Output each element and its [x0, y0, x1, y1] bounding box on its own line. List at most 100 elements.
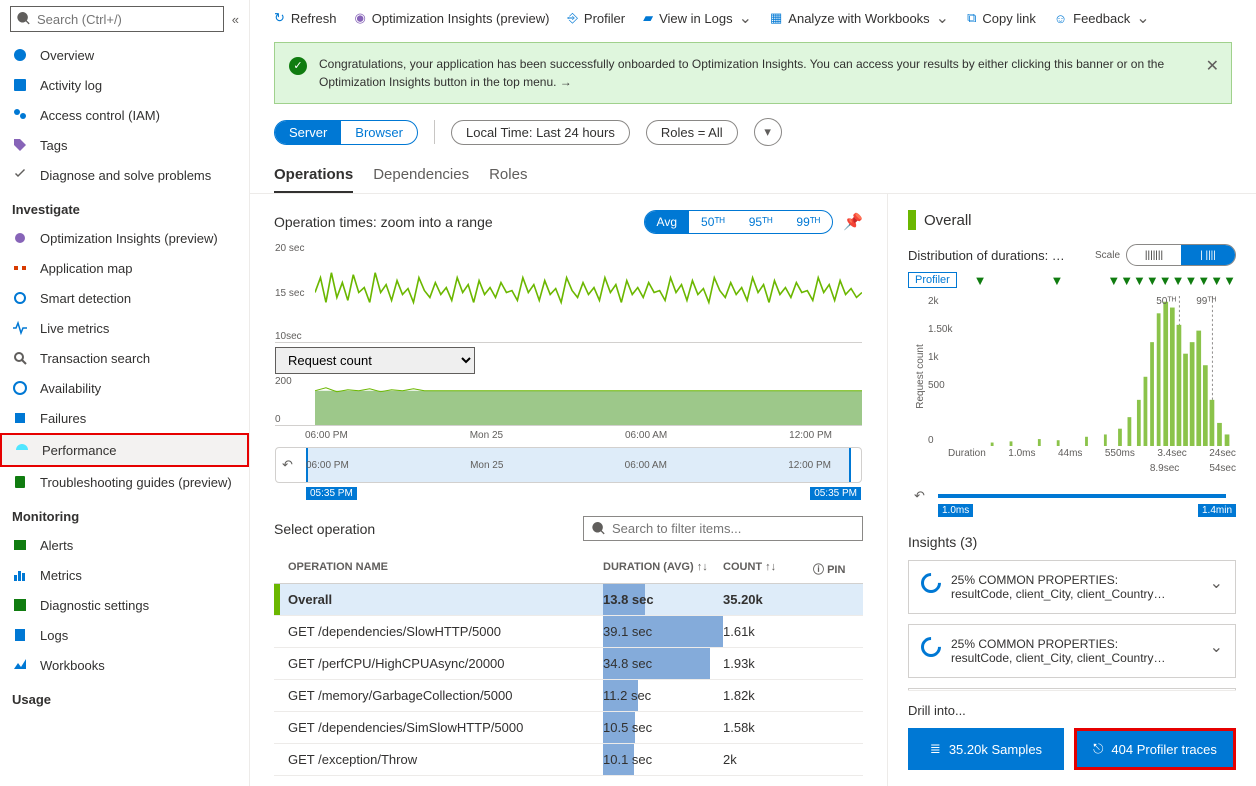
col-pin[interactable]: ⓘ PIN — [813, 561, 863, 577]
collapse-sidebar-icon[interactable]: « — [232, 12, 239, 27]
request-count-select[interactable]: Request count — [275, 347, 475, 374]
operation-filter[interactable] — [583, 516, 863, 541]
table-row[interactable]: GET /perfCPU/HighCPUAsync/20000 34.8 sec… — [274, 648, 863, 680]
section-usage: Usage — [0, 680, 249, 713]
drill-into-label: Drill into... — [908, 703, 1236, 718]
op-duration: 11.2 sec — [603, 688, 651, 703]
section-investigate: Investigate — [0, 190, 249, 223]
toggle-browser[interactable]: Browser — [341, 121, 417, 144]
chevron-down-icon[interactable]: ⌄ — [1210, 573, 1223, 593]
pct-95[interactable]: 95ᵀᴴ — [737, 211, 785, 233]
sidebar-search[interactable] — [10, 6, 224, 32]
table-row[interactable]: Overall 13.8 sec 35.20k — [274, 584, 863, 616]
pct-50[interactable]: 50ᵀᴴ — [689, 211, 737, 233]
scale-linear[interactable]: ||||||| — [1127, 245, 1181, 265]
nav-live-metrics[interactable]: Live metrics — [0, 313, 249, 343]
y-axis-label: 200 — [275, 376, 292, 387]
nav-tags[interactable]: Tags — [0, 130, 249, 160]
tab-dependencies[interactable]: Dependencies — [373, 160, 469, 193]
nav-troubleshooting[interactable]: Troubleshooting guides (preview) — [0, 467, 249, 497]
nav-overview[interactable]: Overview — [0, 40, 249, 70]
nav-activity-log[interactable]: Activity log — [0, 70, 249, 100]
server-browser-toggle[interactable]: Server Browser — [274, 120, 418, 145]
x-tick: 06:00 PM — [305, 430, 348, 441]
op-name: GET /memory/GarbageCollection/5000 — [274, 688, 603, 703]
y-axis-label: 20 sec — [275, 243, 304, 254]
trace-icon: ⎋ — [1093, 741, 1103, 757]
tab-roles[interactable]: Roles — [489, 160, 527, 193]
add-filter-button[interactable]: ▾ — [754, 118, 782, 146]
copy-link-button[interactable]: ⧉Copy link — [967, 10, 1036, 26]
onboard-banner[interactable]: ✓ Congratulations, your application has … — [274, 42, 1232, 104]
undo-icon[interactable]: ↶ — [914, 488, 925, 504]
op-count: 2k — [723, 752, 813, 767]
col-count[interactable]: COUNT ↑↓ — [723, 561, 813, 577]
search-input[interactable] — [37, 12, 217, 27]
op-duration: 13.8 sec — [603, 592, 654, 607]
nav-availability[interactable]: Availability — [0, 373, 249, 403]
close-icon[interactable]: ✕ — [1206, 55, 1219, 79]
nav-application-map[interactable]: Application map — [0, 253, 249, 283]
nav-performance[interactable]: Performance — [0, 433, 249, 467]
table-row[interactable]: GET /exception/Throw 10.1 sec 2k — [274, 744, 863, 776]
tab-operations[interactable]: Operations — [274, 160, 353, 193]
duration-range-slider[interactable]: ↶ 1.0ms 1.4min — [908, 486, 1236, 516]
view-logs-button[interactable]: ▰View in Logs ⌄ — [643, 8, 752, 28]
col-operation-name[interactable]: OPERATION NAME — [274, 561, 603, 577]
table-row[interactable]: GET /memory/GarbageCollection/5000 11.2 … — [274, 680, 863, 712]
percentile-toggle[interactable]: Avg 50ᵀᴴ 95ᵀᴴ 99ᵀᴴ — [644, 210, 834, 234]
nav-logs[interactable]: Logs — [0, 620, 249, 650]
time-range-pill[interactable]: Local Time: Last 24 hours — [451, 120, 630, 145]
insight-card[interactable]: 25% COMMON PROPERTIES:resultCode, client… — [908, 624, 1236, 678]
table-row[interactable]: GET /dependencies/SimSlowHTTP/5000 10.5 … — [274, 712, 863, 744]
op-duration: 39.1 sec — [603, 624, 652, 639]
col-duration[interactable]: DURATION (AVG) ↑↓ — [603, 561, 723, 577]
duration-histogram[interactable]: Request count 2k 1.50k 1k 500 0 50ᵀᴴ 99ᵀ… — [908, 296, 1236, 446]
nav-transaction-search[interactable]: Transaction search — [0, 343, 249, 373]
insight-card[interactable]: 25% COMMON PROPERTIES:resultCode, client… — [908, 560, 1236, 614]
nav-access-control[interactable]: Access control (IAM) — [0, 100, 249, 130]
pct-avg[interactable]: Avg — [645, 211, 689, 233]
samples-button[interactable]: ≣35.20k Samples — [908, 728, 1064, 770]
op-count: 1.93k — [723, 656, 813, 671]
nav-diagnostic-settings[interactable]: Diagnostic settings — [0, 590, 249, 620]
profiler-tag[interactable]: Profiler — [908, 272, 957, 288]
refresh-button[interactable]: ↻Refresh — [274, 10, 336, 26]
toggle-server[interactable]: Server — [275, 121, 341, 144]
chevron-down-icon[interactable]: ⌄ — [1210, 637, 1223, 657]
analyze-workbooks-button[interactable]: ▦Analyze with Workbooks ⌄ — [770, 8, 949, 28]
nav-metrics[interactable]: Metrics — [0, 560, 249, 590]
op-name: GET /dependencies/SlowHTTP/5000 — [274, 624, 603, 639]
range-min-badge: 1.0ms — [938, 504, 973, 517]
roles-pill[interactable]: Roles = All — [646, 120, 738, 145]
scale-log[interactable]: | |||| — [1181, 245, 1235, 265]
insight-icon — [917, 569, 945, 597]
operation-time-chart[interactable]: 20 sec 15 sec 10sec Request count 200 0 — [274, 242, 863, 484]
x-tick: 06:00 AM — [625, 430, 667, 441]
op-count: 1.61k — [723, 624, 813, 639]
range-max-badge: 1.4min — [1198, 504, 1236, 517]
brush-end-label: 05:35 PM — [810, 487, 861, 500]
nav-failures[interactable]: Failures — [0, 403, 249, 433]
nav-smart-detection[interactable]: Smart detection — [0, 283, 249, 313]
feedback-button[interactable]: ☺Feedback ⌄ — [1054, 8, 1150, 28]
chevron-down-icon: ⌄ — [936, 8, 949, 28]
pin-icon[interactable]: 📌 — [843, 212, 863, 232]
scale-toggle[interactable]: ||||||| | |||| — [1126, 244, 1236, 266]
nav-diagnose[interactable]: Diagnose and solve problems — [0, 160, 249, 190]
nav-alerts[interactable]: Alerts — [0, 530, 249, 560]
optimization-insights-button[interactable]: ◉Optimization Insights (preview) — [354, 10, 549, 26]
nav-workbooks[interactable]: Workbooks — [0, 650, 249, 680]
toolbar: ↻Refresh ◉Optimization Insights (preview… — [250, 0, 1256, 36]
op-name: Overall — [274, 592, 603, 607]
time-brush[interactable]: ↶ 06:00 PM Mon 25 06:00 AM 12:00 PM 05:3… — [275, 447, 862, 483]
op-duration: 10.1 sec — [603, 752, 652, 767]
distribution-label: Distribution of durations: … — [908, 248, 1065, 263]
profiler-button[interactable]: ⎆Profiler — [568, 10, 626, 26]
nav-optimization-insights[interactable]: Optimization Insights (preview) — [0, 223, 249, 253]
table-row[interactable]: GET /dependencies/SlowHTTP/5000 39.1 sec… — [274, 616, 863, 648]
y-axis-label: 10sec — [275, 331, 302, 342]
pct-99[interactable]: 99ᵀᴴ — [784, 211, 832, 233]
operation-filter-input[interactable] — [612, 521, 854, 536]
profiler-traces-button[interactable]: ⎋404 Profiler traces — [1074, 728, 1236, 770]
